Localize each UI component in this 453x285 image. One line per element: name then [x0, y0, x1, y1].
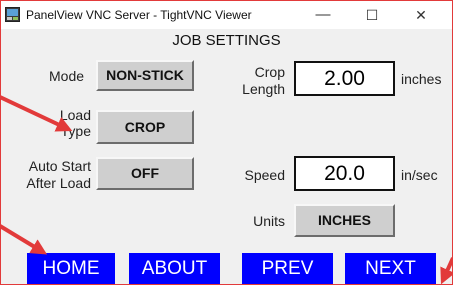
speed-value-field[interactable]: 20.0 [294, 156, 395, 191]
maximize-button[interactable]: ☐ [357, 4, 387, 26]
speed-label: Speed [244, 167, 285, 183]
home-button[interactable]: HOME [27, 253, 115, 284]
mode-label: Mode [49, 68, 85, 84]
minimize-button[interactable]: — [308, 4, 338, 26]
units-label: Units [253, 213, 285, 229]
close-button[interactable]: ✕ [406, 4, 436, 26]
load-type-label-line2: Type [60, 123, 91, 139]
crop-length-label-line1: Crop [254, 64, 285, 80]
auto-start-button[interactable]: OFF [96, 157, 194, 190]
load-type-label-line1: Load [59, 107, 91, 123]
prev-button[interactable]: PREV [242, 253, 333, 284]
crop-length-unit: inches [401, 71, 442, 87]
page-title: JOB SETTINGS [172, 32, 281, 49]
next-button[interactable]: NEXT [345, 253, 436, 284]
crop-length-label-line2: Length [242, 81, 285, 97]
mode-button[interactable]: NON-STICK [96, 60, 194, 91]
window-title: PanelView VNC Server - TightVNC Viewer [26, 8, 252, 22]
speed-unit: in/sec [401, 167, 438, 183]
auto-start-label-line1: Auto Start [28, 158, 91, 174]
crop-length-value-field[interactable]: 2.00 [294, 61, 395, 96]
about-button[interactable]: ABOUT [129, 253, 220, 284]
window-titlebar[interactable]: PanelView VNC Server - TightVNC Viewer —… [1, 1, 452, 29]
load-type-button[interactable]: CROP [96, 110, 194, 144]
auto-start-label-line2: After Load [26, 175, 91, 191]
tightvnc-app-icon [5, 7, 20, 22]
units-button[interactable]: INCHES [294, 204, 395, 237]
vnc-viewer-window: PanelView VNC Server - TightVNC Viewer —… [0, 0, 453, 285]
